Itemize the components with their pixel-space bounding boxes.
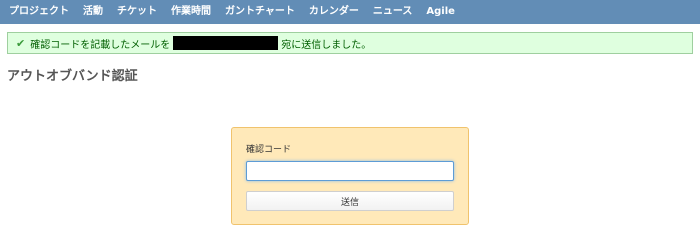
flash-notice: ✔ 確認コードを記載したメールを 宛に送信しました。: [7, 32, 693, 54]
submit-button[interactable]: 送信: [246, 191, 454, 211]
flash-message-prefix: 確認コードを記載したメールを: [30, 39, 171, 51]
code-label: 確認コード: [246, 145, 292, 155]
nav-item-time-entries[interactable]: 作業時間: [171, 0, 211, 24]
nav-item-activity[interactable]: 活動: [83, 0, 103, 24]
nav-item-news[interactable]: ニュース: [373, 0, 413, 24]
top-navigation: プロジェクト 活動 チケット 作業時間 ガントチャート カレンダー ニュース A…: [0, 0, 700, 24]
nav-item-issues[interactable]: チケット: [117, 0, 157, 24]
nav-item-calendar[interactable]: カレンダー: [309, 0, 359, 24]
flash-message-suffix: 宛に送信しました。: [281, 39, 372, 51]
nav-item-projects[interactable]: プロジェクト: [9, 0, 69, 24]
nav-item-gantt[interactable]: ガントチャート: [225, 0, 295, 24]
nav-item-agile[interactable]: Agile: [426, 0, 455, 24]
verification-code-input[interactable]: [246, 161, 454, 181]
checkmark-icon: ✔: [16, 36, 26, 50]
page-title: アウトオブバンド認証: [7, 69, 138, 84]
redacted-email: [173, 36, 279, 50]
verification-form: 確認コード 送信: [231, 127, 469, 225]
